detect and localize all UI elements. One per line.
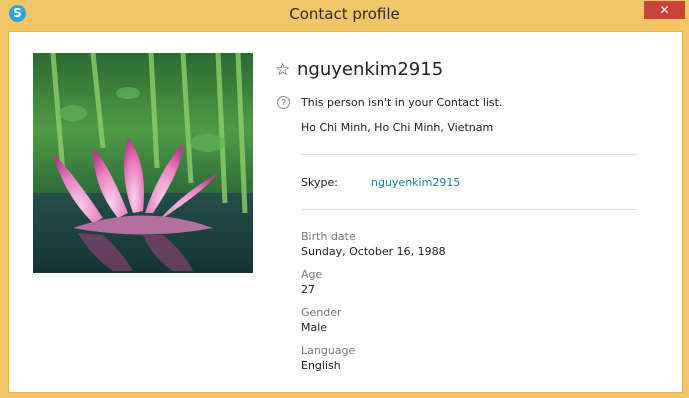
close-button[interactable]: ✕ <box>644 1 685 19</box>
gender-label: Gender <box>301 306 342 319</box>
contact-list-notice: This person isn't in your Contact list. <box>301 96 503 109</box>
language-value: English <box>301 359 341 372</box>
skype-name-link[interactable]: nguyenkim2915 <box>371 176 460 189</box>
favorite-star-icon[interactable]: ☆ <box>275 60 290 80</box>
title-bar[interactable]: S Contact profile ✕ <box>0 0 689 28</box>
age-label: Age <box>301 268 323 281</box>
birth-date-label: Birth date <box>301 230 356 243</box>
divider <box>301 209 637 210</box>
divider <box>301 154 637 155</box>
skype-label: Skype: <box>301 176 338 189</box>
profile-photo <box>33 53 253 273</box>
gender-value: Male <box>301 321 328 334</box>
contact-location: Ho Chi Minh, Ho Chi Minh, Vietnam <box>301 121 494 134</box>
language-label: Language <box>301 344 356 357</box>
age-value: 27 <box>301 283 315 296</box>
profile-panel: ☆ nguyenkim2915 ? This person isn't in y… <box>8 31 683 393</box>
info-icon: ? <box>277 96 290 109</box>
birth-date-value: Sunday, October 16, 1988 <box>301 245 446 258</box>
close-icon: ✕ <box>659 3 670 17</box>
contact-profile-window: S Contact profile ✕ ☆ nguyenkim2915 ? Th… <box>0 0 689 398</box>
contact-name: nguyenkim2915 <box>297 59 444 80</box>
window-title: Contact profile <box>289 5 400 23</box>
